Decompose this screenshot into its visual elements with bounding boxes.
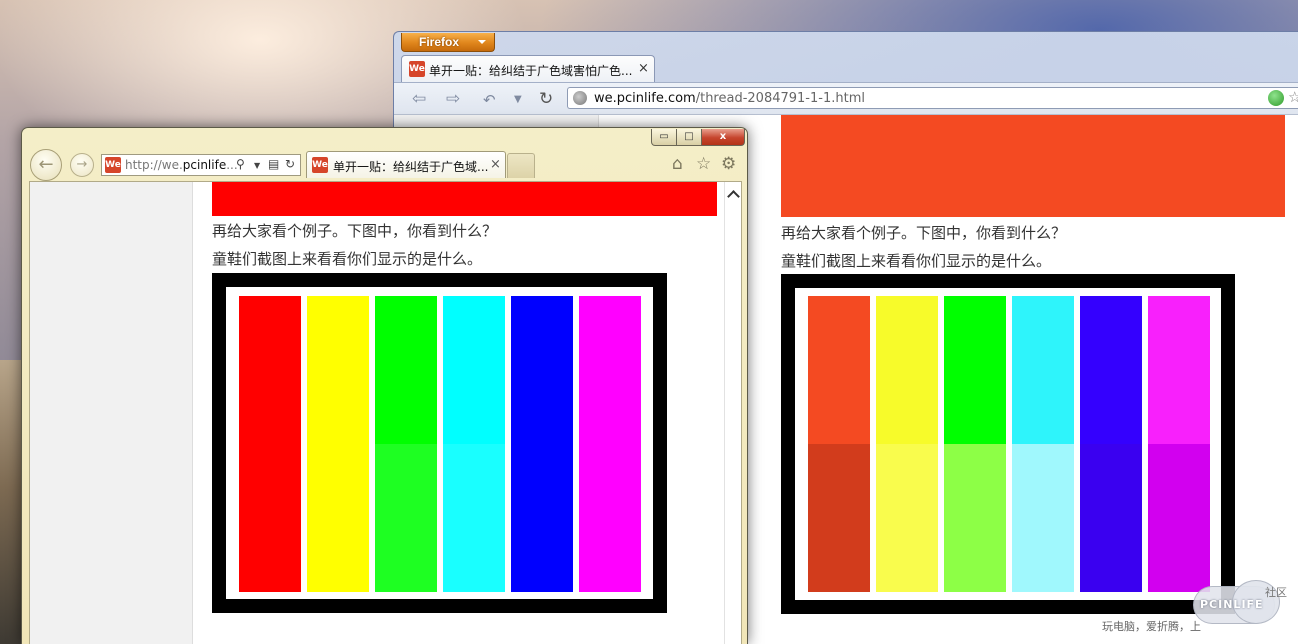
color-bar-yellow-bottom bbox=[876, 444, 938, 592]
color-bar-blue-top bbox=[1080, 296, 1142, 444]
globe-icon bbox=[573, 91, 587, 105]
compatibility-icon[interactable]: ▤ bbox=[268, 157, 279, 171]
post-line-1: 再给大家看个例子。下图中，你看到什么？ bbox=[212, 222, 498, 240]
firefox-tab[interactable]: We 单开一贴：给纠结于广色域害怕广色... × bbox=[401, 55, 655, 82]
url-path: /thread-2084791-1-1.html bbox=[695, 91, 865, 106]
address-text: http://we.pcinlife... bbox=[125, 158, 238, 172]
new-tab-button[interactable] bbox=[507, 153, 535, 178]
ie-tab[interactable]: We 单开一贴：给纠结于广色域... × bbox=[306, 151, 506, 178]
color-bar-red-bottom bbox=[808, 444, 870, 592]
watermark-community: 社区 bbox=[1265, 586, 1287, 599]
firefox-url-bar[interactable]: we.pcinlife.com/thread-2084791-1-1.html … bbox=[567, 87, 1298, 109]
chevron-down-icon bbox=[478, 40, 486, 44]
minimize-button[interactable]: ▭ bbox=[651, 129, 677, 146]
color-bar-cyan-bottom bbox=[443, 444, 505, 592]
color-bar-green-bottom bbox=[375, 444, 437, 592]
color-bar-blue-bottom bbox=[511, 444, 573, 592]
search-icon[interactable]: ⚲ bbox=[236, 157, 245, 171]
scroll-up-icon[interactable] bbox=[727, 190, 740, 203]
page-sidebar bbox=[30, 182, 193, 644]
color-bar-magenta-bottom bbox=[579, 444, 641, 592]
firefox-tab-title: 单开一贴：给纠结于广色域害怕广色... bbox=[429, 64, 633, 78]
go-icon[interactable] bbox=[1268, 90, 1284, 106]
watermark-logo: PCINLIFE bbox=[1200, 598, 1264, 611]
pcinlife-watermark: PCINLIFE 社区 玩电脑，爱折腾，上 bbox=[1102, 578, 1298, 644]
firefox-tab-close-button[interactable]: × bbox=[638, 61, 649, 76]
color-bar-yellow-bottom bbox=[307, 444, 369, 592]
firefox-menu-button[interactable]: Firefox bbox=[401, 33, 495, 52]
color-bar-magenta-bottom bbox=[1148, 444, 1210, 592]
color-bar-red-top bbox=[239, 296, 301, 444]
maximize-button[interactable]: □ bbox=[676, 129, 702, 146]
refresh-icon[interactable]: ↻ bbox=[285, 157, 295, 171]
post-line-2: 童鞋们截图上来看看你们显示的是什么。 bbox=[781, 252, 1052, 270]
favicon-icon: We bbox=[312, 157, 328, 173]
home-icon[interactable]: ⌂ bbox=[672, 154, 683, 174]
gear-icon[interactable]: ⚙ bbox=[721, 154, 736, 174]
dropdown-icon[interactable]: ▼ bbox=[514, 94, 522, 105]
post-line-2: 童鞋们截图上来看看你们显示的是什么。 bbox=[212, 250, 483, 268]
forward-button[interactable]: → bbox=[70, 153, 94, 177]
back-button[interactable]: ← bbox=[30, 149, 62, 181]
url-domain: we.pcinlife.com bbox=[594, 91, 696, 106]
url-text: we.pcinlife.com/thread-2084791-1-1.html bbox=[594, 91, 865, 106]
forward-arrow-icon: → bbox=[76, 157, 88, 172]
reload-icon[interactable]: ↻ bbox=[539, 89, 553, 109]
color-test-image bbox=[212, 273, 667, 613]
dropdown-icon[interactable]: ▼ bbox=[254, 161, 260, 170]
forward-arrow-icon[interactable]: ⇨ bbox=[446, 89, 460, 109]
favorites-star-icon[interactable]: ☆ bbox=[696, 154, 711, 174]
color-bar-green-top bbox=[944, 296, 1006, 444]
close-button[interactable]: x bbox=[701, 129, 745, 146]
red-header-block bbox=[212, 182, 717, 216]
favicon-icon: We bbox=[105, 157, 121, 173]
ie-window: ▭ □ x ← → We http://we.pcinlife... ⚲ ▼ ▤… bbox=[21, 127, 748, 644]
color-bar-green-bottom bbox=[944, 444, 1006, 592]
ie-page-content: 再给大家看个例子。下图中，你看到什么？ 童鞋们截图上来看看你们显示的是什么。 bbox=[29, 181, 742, 644]
color-bar-blue-top bbox=[511, 296, 573, 444]
color-bar-cyan-top bbox=[1012, 296, 1074, 444]
color-bar-cyan-bottom bbox=[1012, 444, 1074, 592]
color-bar-magenta-top bbox=[1148, 296, 1210, 444]
color-bar-cyan-top bbox=[443, 296, 505, 444]
color-test-image bbox=[781, 274, 1235, 614]
post-line-1: 再给大家看个例子。下图中，你看到什么？ bbox=[781, 224, 1067, 242]
color-bar-yellow-top bbox=[307, 296, 369, 444]
favicon-icon: We bbox=[409, 61, 425, 77]
color-bar-red-top bbox=[808, 296, 870, 444]
ie-tab-close-button[interactable]: × bbox=[490, 157, 501, 172]
firefox-menu-label: Firefox bbox=[419, 35, 460, 49]
vertical-scrollbar[interactable] bbox=[724, 182, 741, 644]
ie-address-bar[interactable]: We http://we.pcinlife... ⚲ ▼ ▤ ↻ bbox=[101, 154, 301, 176]
ie-tab-title: 单开一贴：给纠结于广色域... bbox=[333, 160, 489, 174]
color-bar-red-bottom bbox=[239, 444, 301, 592]
history-icon[interactable]: ↶ bbox=[483, 91, 496, 109]
color-bar-magenta-top bbox=[579, 296, 641, 444]
color-bar-green-top bbox=[375, 296, 437, 444]
back-arrow-icon: ← bbox=[38, 154, 54, 175]
color-bar-blue-bottom bbox=[1080, 444, 1142, 592]
back-arrow-icon[interactable]: ⇦ bbox=[412, 89, 426, 109]
color-bar-yellow-top bbox=[876, 296, 938, 444]
star-icon[interactable]: ☆ bbox=[1288, 88, 1298, 106]
watermark-slogan: 玩电脑，爱折腾，上 bbox=[1102, 620, 1201, 633]
red-header-block bbox=[781, 115, 1285, 217]
